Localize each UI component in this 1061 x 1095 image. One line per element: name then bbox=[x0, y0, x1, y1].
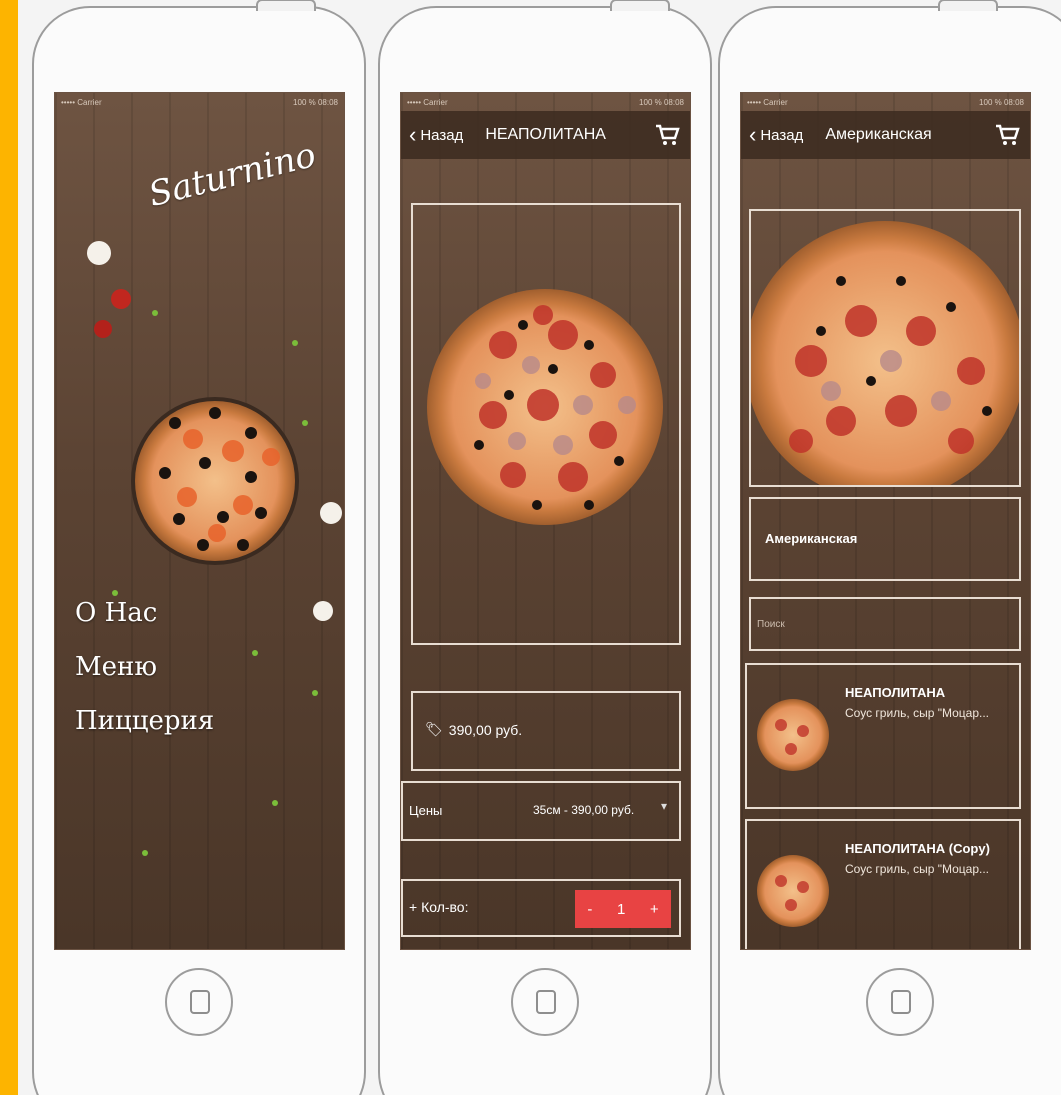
back-button[interactable]: ‹ Назад bbox=[409, 124, 463, 146]
detail-screen: ••••• Carrier 100 % 08:08 ‹ Назад НЕАПОЛ… bbox=[400, 92, 691, 950]
home-menu: О Нас Меню Пиццерия bbox=[75, 598, 214, 760]
chevron-down-icon: ▾ bbox=[660, 799, 667, 813]
decrement-button[interactable]: - bbox=[587, 901, 592, 918]
cart-icon[interactable] bbox=[994, 123, 1020, 147]
carrier-label: ••••• Carrier bbox=[407, 97, 448, 107]
home-button[interactable] bbox=[165, 968, 233, 1036]
back-label: Назад bbox=[420, 126, 464, 144]
phone-home: ••••• Carrier 100 % 08:08 Saturnino О На… bbox=[32, 0, 366, 1095]
price-tag-icon: 🏷 bbox=[425, 721, 443, 737]
battery-label: 100 % bbox=[639, 97, 662, 107]
menu-item-about[interactable]: О Нас bbox=[75, 598, 214, 628]
chevron-left-icon: ‹ bbox=[749, 122, 757, 147]
home-button[interactable] bbox=[511, 968, 579, 1036]
search-field[interactable]: Поиск bbox=[749, 597, 1021, 651]
nav-bar: ‹ Назад Американская bbox=[741, 111, 1030, 159]
prices-label: Цены bbox=[409, 803, 443, 818]
list-item-desc: Соус гриль, сыр "Моцар... bbox=[845, 862, 989, 876]
home-button[interactable] bbox=[866, 968, 934, 1036]
menu-item-pizzeria[interactable]: Пиццерия bbox=[75, 706, 214, 736]
increment-button[interactable]: + bbox=[650, 901, 659, 918]
price-value: 390,00 руб. bbox=[448, 721, 523, 738]
list-item-desc: Соус гриль, сыр "Моцар... bbox=[845, 706, 989, 720]
status-bar: ••••• Carrier 100 % 08:08 bbox=[401, 93, 690, 111]
pizza-thumbnail bbox=[757, 699, 829, 771]
list-item-title: НЕАПОЛИТАНА bbox=[845, 685, 946, 700]
list-screen: ••••• Carrier 100 % 08:08 ‹ Назад Америк… bbox=[740, 92, 1031, 950]
page-title: НЕАПОЛИТАНА bbox=[485, 126, 606, 143]
list-item-title: НЕАПОЛИТАНА (Copy) bbox=[845, 841, 990, 856]
mockup-stage: ••••• Carrier 100 % 08:08 Saturnino О На… bbox=[18, 0, 1061, 1095]
quantity-stepper[interactable]: - 1 + bbox=[575, 890, 671, 928]
page-title: Американская bbox=[825, 126, 932, 143]
cart-icon[interactable] bbox=[654, 123, 680, 147]
battery-label: 100 % bbox=[979, 97, 1002, 107]
product-image bbox=[411, 203, 681, 645]
home-screen: ••••• Carrier 100 % 08:08 Saturnino О На… bbox=[54, 92, 345, 950]
search-input[interactable]: Поиск bbox=[757, 619, 785, 630]
quantity-value: 1 bbox=[616, 900, 626, 918]
category-title-box: Американская bbox=[749, 497, 1021, 581]
time-label: 08:08 bbox=[663, 97, 684, 107]
quantity-row: + Кол-во: - 1 + bbox=[401, 879, 681, 937]
nav-bar: ‹ Назад НЕАПОЛИТАНА bbox=[401, 111, 690, 159]
ingredients-decoration bbox=[87, 241, 342, 856]
chevron-left-icon: ‹ bbox=[409, 122, 417, 147]
back-label: Назад bbox=[760, 126, 804, 144]
category-title: Американская bbox=[765, 531, 858, 546]
price-row: 🏷 390,00 руб. bbox=[411, 691, 681, 771]
price-select[interactable]: Цены 35см - 390,00 руб. ▾ bbox=[401, 781, 681, 841]
pizza-thumbnail bbox=[757, 855, 829, 927]
pizza-image bbox=[751, 221, 1019, 485]
quantity-label: + Кол-во: bbox=[409, 899, 469, 915]
back-button[interactable]: ‹ Назад bbox=[749, 124, 803, 146]
time-label: 08:08 bbox=[1003, 97, 1024, 107]
phone-list: ••••• Carrier 100 % 08:08 ‹ Назад Америк… bbox=[718, 0, 1061, 1095]
status-bar: ••••• Carrier 100 % 08:08 bbox=[741, 93, 1030, 111]
pizza-image bbox=[427, 289, 663, 525]
phone-detail: ••••• Carrier 100 % 08:08 ‹ Назад НЕАПОЛ… bbox=[378, 0, 712, 1095]
list-item[interactable]: НЕАПОЛИТАНА (Copy) Соус гриль, сыр "Моца… bbox=[745, 819, 1021, 949]
category-banner-image bbox=[749, 209, 1021, 487]
menu-item-menu[interactable]: Меню bbox=[75, 652, 214, 682]
prices-value: 35см - 390,00 руб. bbox=[533, 803, 635, 817]
carrier-label: ••••• Carrier bbox=[747, 97, 788, 107]
list-item[interactable]: НЕАПОЛИТАНА Соус гриль, сыр "Моцар... bbox=[745, 663, 1021, 809]
